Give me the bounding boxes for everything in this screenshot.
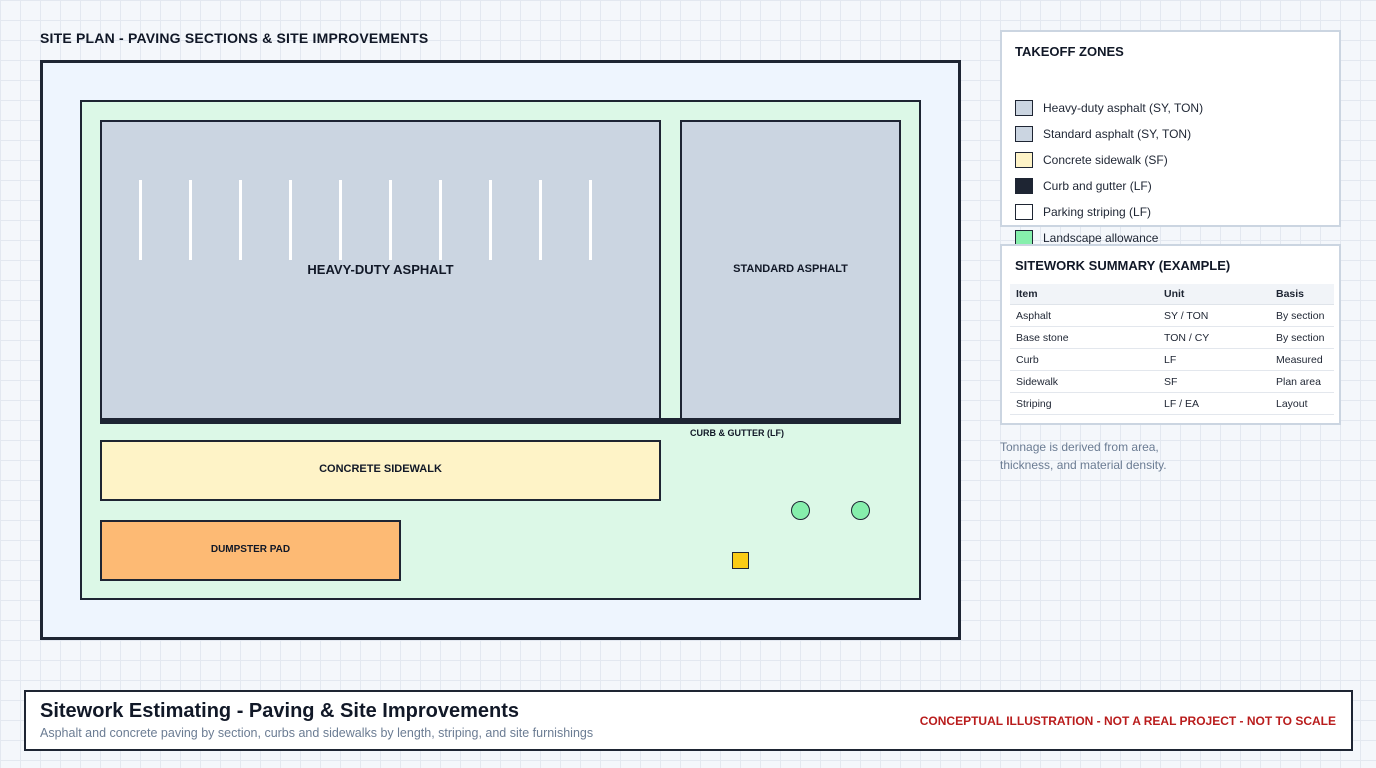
legend-item-label: Landscape allowance (1043, 231, 1159, 245)
footer-subtitle: Asphalt and concrete paving by section, … (40, 726, 594, 740)
concrete-sidewalk-label: CONCRETE SIDEWALK (319, 463, 442, 475)
table-header-row: Item Unit Basis (1010, 284, 1334, 305)
heavy-duty-asphalt-label: HEAVY-DUTY ASPHALT (307, 262, 454, 277)
table-row: Curb LF Measured (1010, 348, 1334, 371)
standard-asphalt-swatch-icon (1015, 126, 1033, 142)
table-cell: Asphalt (1010, 304, 1158, 327)
concrete-sidewalk-swatch-icon (1015, 152, 1033, 168)
standard-asphalt-label: STANDARD ASPHALT (733, 263, 848, 275)
legend-item-label: Heavy-duty asphalt (SY, TON) (1043, 101, 1204, 115)
tonnage-note: Tonnage is derived from area, thickness,… (1000, 438, 1260, 474)
legend-item-label: Parking striping (LF) (1043, 205, 1152, 219)
legend-item-label: Curb and gutter (LF) (1043, 179, 1152, 193)
heavy-duty-asphalt-swatch-icon (1015, 100, 1033, 116)
table-row: Sidewalk SF Plan area (1010, 370, 1334, 393)
curb-gutter-swatch-icon (1015, 178, 1033, 194)
table-cell: By section (1270, 304, 1334, 327)
column-header-unit: Unit (1158, 284, 1270, 305)
table-cell: Layout (1270, 392, 1334, 415)
parking-stripe (489, 180, 492, 260)
table-cell: SF (1158, 370, 1270, 393)
column-header-basis: Basis (1270, 284, 1334, 305)
legend-item: Parking striping (LF) (1015, 203, 1151, 221)
parking-stripe (239, 180, 242, 260)
parking-stripe (389, 180, 392, 260)
legend-item: Concrete sidewalk (SF) (1015, 151, 1168, 169)
parking-stripe (139, 180, 142, 260)
table-cell: Sidewalk (1010, 370, 1158, 393)
table-cell: Striping (1010, 392, 1158, 415)
note-line: Tonnage is derived from area, (1000, 440, 1159, 454)
footer-title: Sitework Estimating - Paving & Site Impr… (40, 700, 520, 722)
title-block: Sitework Estimating - Paving & Site Impr… (24, 690, 1353, 751)
parking-stripe (189, 180, 192, 260)
curb-and-gutter-label: CURB & GUTTER (LF) (690, 428, 784, 438)
legend-item-label: Standard asphalt (SY, TON) (1043, 127, 1192, 141)
dumpster-pad-label: DUMPSTER PAD (210, 544, 291, 555)
legend-item: Heavy-duty asphalt (SY, TON) (1015, 99, 1203, 117)
parking-striping-swatch-icon (1015, 204, 1033, 220)
tree-icon (791, 501, 810, 520)
table-cell: Curb (1010, 348, 1158, 371)
table-cell: Base stone (1010, 326, 1158, 349)
plan-title: SITE PLAN - PAVING SECTIONS & SITE IMPRO… (40, 30, 429, 46)
table-cell: By section (1270, 326, 1334, 349)
parking-stripe (289, 180, 292, 260)
parking-stripe (589, 180, 592, 260)
sitework-summary-panel: SITEWORK SUMMARY (EXAMPLE) Item Unit Bas… (1000, 244, 1341, 425)
table-cell: Plan area (1270, 370, 1334, 393)
table-cell: Measured (1270, 348, 1334, 371)
table-cell: TON / CY (1158, 326, 1270, 349)
note-line: thickness, and material density. (1000, 458, 1167, 472)
parking-stripe (339, 180, 342, 260)
summary-table: Item Unit Basis Asphalt SY / TON By sect… (1010, 284, 1334, 415)
takeoff-zones-legend: TAKEOFF ZONES Heavy-duty asphalt (SY, TO… (1000, 30, 1341, 246)
table-row: Base stone TON / CY By section (1010, 326, 1334, 349)
legend-item: Curb and gutter (LF) (1015, 177, 1152, 195)
tree-icon (851, 501, 870, 520)
legend-item-label: Concrete sidewalk (SF) (1043, 153, 1168, 167)
disclaimer-warning: CONCEPTUAL ILLUSTRATION - NOT A REAL PRO… (919, 714, 1336, 728)
summary-title: SITEWORK SUMMARY (EXAMPLE) (1015, 258, 1231, 273)
table-cell: LF (1158, 348, 1270, 371)
legend-item: Standard asphalt (SY, TON) (1015, 125, 1191, 143)
column-header-item: Item (1010, 284, 1158, 305)
table-row: Asphalt SY / TON By section (1010, 304, 1334, 327)
table-row: Striping LF / EA Layout (1010, 392, 1334, 415)
site-furnishing-icon (732, 552, 749, 569)
legend-title: TAKEOFF ZONES (1015, 44, 1124, 59)
parking-stripe (539, 180, 542, 260)
parking-stripe (439, 180, 442, 260)
curb-and-gutter-line (100, 418, 901, 424)
table-cell: LF / EA (1158, 392, 1270, 415)
table-cell: SY / TON (1158, 304, 1270, 327)
